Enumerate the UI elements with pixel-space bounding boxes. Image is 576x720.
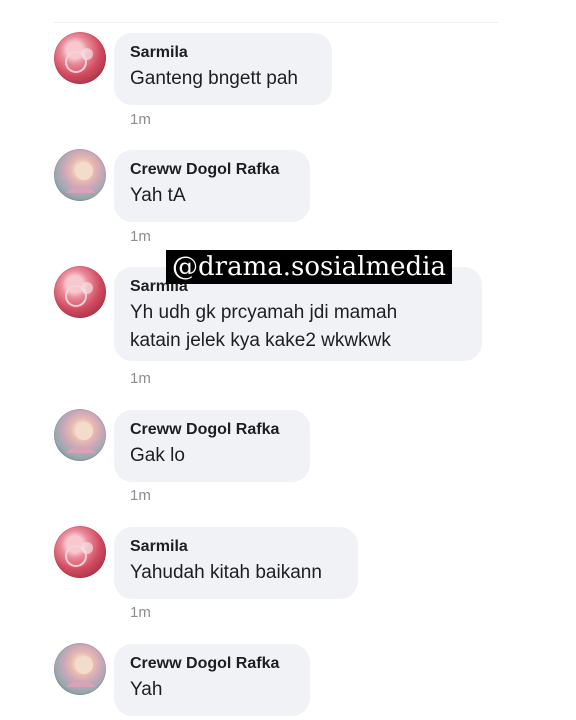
avatar[interactable] xyxy=(54,526,106,578)
comment-text-line: Yh udh gk prcyamah jdi mamah xyxy=(130,302,398,323)
comment-author[interactable]: Creww Dogol Rafka xyxy=(130,160,294,180)
profile-photo-icon xyxy=(66,162,96,193)
comment-timestamp[interactable]: 1m xyxy=(130,111,151,128)
comment-timestamp[interactable]: 1m xyxy=(130,370,151,387)
comment-text: Gak lo xyxy=(130,445,185,466)
watermark: @drama.sosialmedia xyxy=(166,250,452,284)
comment-timestamp[interactable]: 1m xyxy=(130,604,151,621)
comment-bubble[interactable]: Creww Dogol Rafka Yah xyxy=(114,644,310,716)
comment-text: Yah xyxy=(130,679,163,700)
comment-text: Ganteng bngett pah xyxy=(130,68,298,89)
avatar[interactable] xyxy=(54,149,106,201)
comment-text: Yahudah kitah baikann xyxy=(130,562,322,583)
comment-text: Yah tA xyxy=(130,185,186,206)
top-divider xyxy=(54,22,498,23)
avatar[interactable] xyxy=(54,643,106,695)
comment-author[interactable]: Creww Dogol Rafka xyxy=(130,654,294,674)
avatar[interactable] xyxy=(54,266,106,318)
comment-timestamp[interactable]: 1m xyxy=(130,228,151,245)
profile-photo-icon xyxy=(66,656,96,687)
comment-bubble[interactable]: Sarmila Ganteng bngett pah xyxy=(114,33,332,105)
comment-bubble[interactable]: Creww Dogol Rafka Yah tA xyxy=(114,150,310,222)
comment-text-line: katain jelek kya kake2 wkwkwk xyxy=(130,330,391,351)
comment-bubble[interactable]: Sarmila Yahudah kitah baikann xyxy=(114,527,358,599)
comment-author[interactable]: Sarmila xyxy=(130,537,342,557)
comment-timestamp[interactable]: 1m xyxy=(130,487,151,504)
profile-photo-icon xyxy=(65,542,93,567)
comment-author[interactable]: Creww Dogol Rafka xyxy=(130,420,294,440)
profile-photo-icon xyxy=(65,282,93,307)
profile-photo-icon xyxy=(66,422,96,453)
comment-bubble[interactable]: Creww Dogol Rafka Gak lo xyxy=(114,410,310,482)
comment-author[interactable]: Sarmila xyxy=(130,43,316,63)
avatar[interactable] xyxy=(54,32,106,84)
profile-photo-icon xyxy=(65,48,93,73)
avatar[interactable] xyxy=(54,409,106,461)
